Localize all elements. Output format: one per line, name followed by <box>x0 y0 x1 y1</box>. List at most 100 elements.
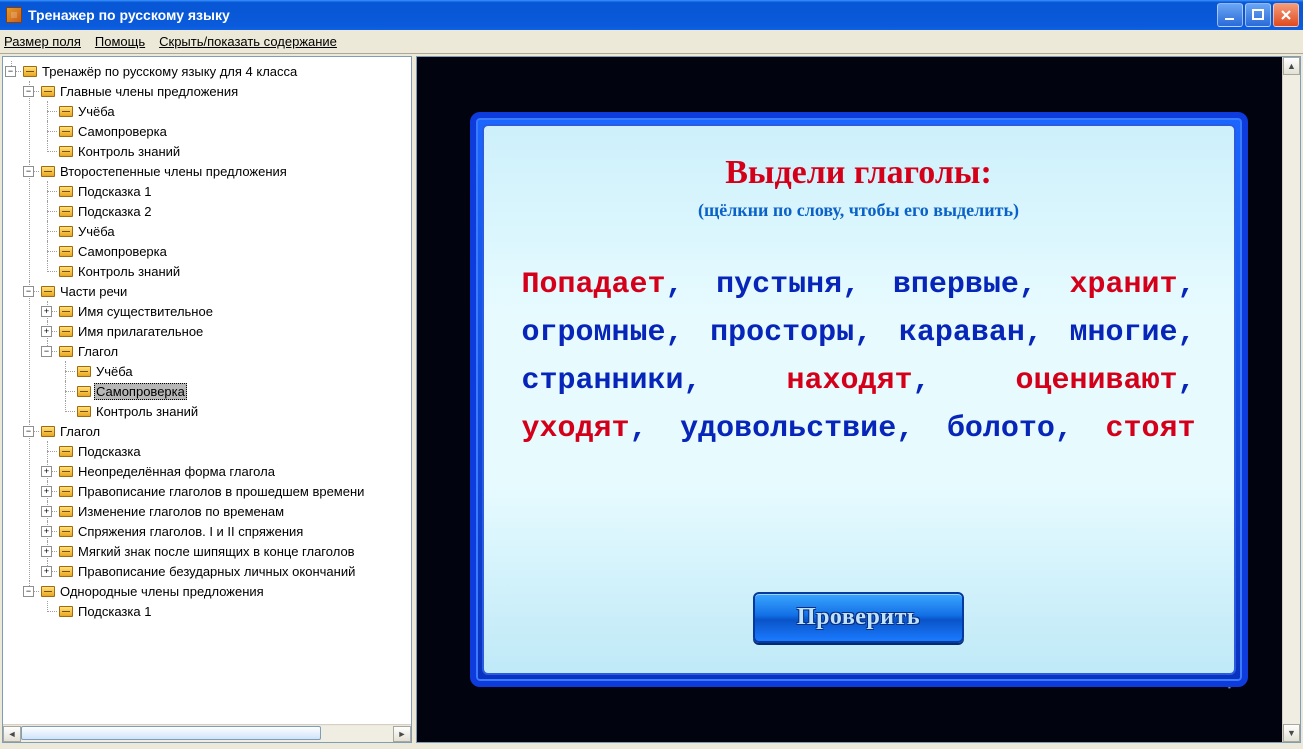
exercise-word[interactable]: Попадает <box>522 268 666 302</box>
tree-item-selected[interactable]: Самопроверка <box>94 383 187 400</box>
book-icon <box>77 366 91 377</box>
exercise-word[interactable]: стоят <box>1105 412 1195 446</box>
book-icon <box>59 466 73 477</box>
scroll-thumb[interactable] <box>21 726 321 740</box>
tree-item[interactable]: Глагол <box>76 344 120 359</box>
tree-item[interactable]: Однородные члены предложения <box>58 584 266 599</box>
toc-pane: −Тренажёр по русскому языку для 4 класса… <box>2 56 412 743</box>
tree-item[interactable]: Контроль знаний <box>94 404 200 419</box>
book-icon <box>59 206 73 217</box>
menu-toggle-toc[interactable]: Скрыть/показать содержание <box>159 34 337 49</box>
window-footer <box>0 745 1303 749</box>
tree-item[interactable]: Контроль знаний <box>76 264 182 279</box>
tree-horizontal-scrollbar[interactable]: ◄ ► <box>3 724 411 742</box>
tree-toggle[interactable]: + <box>41 526 52 537</box>
book-icon <box>41 586 55 597</box>
scroll-up-button[interactable]: ▲ <box>1283 57 1300 75</box>
book-icon <box>77 386 91 397</box>
tree-toggle[interactable]: − <box>23 426 34 437</box>
tree-item[interactable]: Подсказка 1 <box>76 604 153 619</box>
tree-item[interactable]: Правописание глаголов в прошедшем времен… <box>76 484 366 499</box>
exercise-word[interactable]: хранит <box>1069 268 1177 302</box>
exercise-word[interactable]: огромные <box>522 316 666 350</box>
tree-item[interactable]: Самопроверка <box>76 124 169 139</box>
exercise-word[interactable]: оценивают <box>1015 364 1177 398</box>
word-separator: , <box>1055 412 1106 446</box>
exercise-subtitle: (щёлкни по слову, чтобы его выделить) <box>698 200 1019 221</box>
exercise-word[interactable]: уходят <box>522 412 630 446</box>
tree-item[interactable]: Спряжения глаголов. I и II спряжения <box>76 524 305 539</box>
window-titlebar: Тренажер по русскому языку <box>0 0 1303 30</box>
exercise-card: Выдели глаголы: (щёлкни по слову, чтобы … <box>470 112 1248 687</box>
scroll-right-button[interactable]: ► <box>393 726 411 742</box>
check-button[interactable]: Проверить <box>753 592 964 643</box>
tree-toggle[interactable]: + <box>41 506 52 517</box>
exercise-word[interactable]: болото <box>947 412 1055 446</box>
tree-toggle[interactable]: + <box>41 566 52 577</box>
book-icon <box>59 486 73 497</box>
exercise-word[interactable]: многие <box>1069 316 1177 350</box>
tree-item[interactable]: Подсказка 1 <box>76 184 153 199</box>
tree-item[interactable]: Подсказка 2 <box>76 204 153 219</box>
tree-toggle[interactable]: + <box>41 466 52 477</box>
tree-item[interactable]: Главные члены предложения <box>58 84 240 99</box>
tree-toggle[interactable]: + <box>41 486 52 497</box>
menu-help[interactable]: Помощь <box>95 34 145 49</box>
book-icon <box>59 146 73 157</box>
maximize-button[interactable] <box>1245 3 1271 27</box>
scroll-track[interactable] <box>1283 75 1300 724</box>
tree-item[interactable]: Самопроверка <box>76 244 169 259</box>
tree-toggle[interactable]: + <box>41 326 52 337</box>
book-icon <box>59 346 73 357</box>
close-button[interactable] <box>1273 3 1299 27</box>
tree-toggle[interactable]: − <box>23 166 34 177</box>
tree-item[interactable]: Подсказка <box>76 444 143 459</box>
book-icon <box>59 546 73 557</box>
book-icon <box>59 226 73 237</box>
tree-toggle[interactable]: − <box>5 66 16 77</box>
book-icon <box>59 246 73 257</box>
word-separator: , <box>1178 268 1196 302</box>
tree-toggle[interactable]: + <box>41 306 52 317</box>
scroll-left-button[interactable]: ◄ <box>3 726 21 742</box>
tree-toggle[interactable]: − <box>23 286 34 297</box>
tree-item[interactable]: Учёба <box>76 224 117 239</box>
book-icon <box>59 126 73 137</box>
tree-item[interactable]: Учёба <box>94 364 135 379</box>
tree-item[interactable]: Второстепенные члены предложения <box>58 164 289 179</box>
tree-item[interactable]: Правописание безударных личных окончаний <box>76 564 357 579</box>
tree-item[interactable]: Учёба <box>76 104 117 119</box>
content-vertical-scrollbar[interactable]: ▲ ▼ <box>1282 57 1300 742</box>
tree-item[interactable]: Имя существительное <box>76 304 215 319</box>
tree-item[interactable]: Имя прилагательное <box>76 324 205 339</box>
book-icon <box>59 506 73 517</box>
exercise-words: Попадает, пустыня, впервые, хранит, огро… <box>522 261 1196 453</box>
tree-item[interactable]: Изменение глаголов по временам <box>76 504 286 519</box>
tree-item[interactable]: Контроль знаний <box>76 144 182 159</box>
exercise-word[interactable]: пустыня <box>716 268 842 302</box>
tree-item[interactable]: Мягкий знак после шипящих в конце глагол… <box>76 544 357 559</box>
minimize-button[interactable] <box>1217 3 1243 27</box>
exercise-word[interactable]: удовольствие <box>680 412 896 446</box>
tree-item[interactable]: Части речи <box>58 284 129 299</box>
word-separator: , <box>1178 316 1196 350</box>
tree-toggle[interactable]: − <box>23 586 34 597</box>
book-icon <box>59 326 73 337</box>
word-separator: , <box>630 412 681 446</box>
exercise-word[interactable]: странники <box>522 364 684 398</box>
tree-item[interactable]: Неопределённая форма глагола <box>76 464 277 479</box>
tree-item[interactable]: Тренажёр по русскому языку для 4 класса <box>40 64 299 79</box>
menu-field-size[interactable]: Размер поля <box>4 34 81 49</box>
tree-toggle[interactable]: − <box>41 346 52 357</box>
exercise-word[interactable]: находят <box>786 364 912 398</box>
tree-toggle[interactable]: + <box>41 546 52 557</box>
tree-item[interactable]: Глагол <box>58 424 102 439</box>
toc-tree[interactable]: −Тренажёр по русскому языку для 4 класса… <box>5 61 411 621</box>
tree-toggle[interactable]: − <box>23 86 34 97</box>
word-separator: , <box>666 316 711 350</box>
scroll-down-button[interactable]: ▼ <box>1283 724 1300 742</box>
exercise-word[interactable]: просторы <box>710 316 854 350</box>
exercise-word[interactable]: впервые <box>893 268 1019 302</box>
scroll-track[interactable] <box>21 726 393 742</box>
exercise-word[interactable]: караван <box>899 316 1025 350</box>
